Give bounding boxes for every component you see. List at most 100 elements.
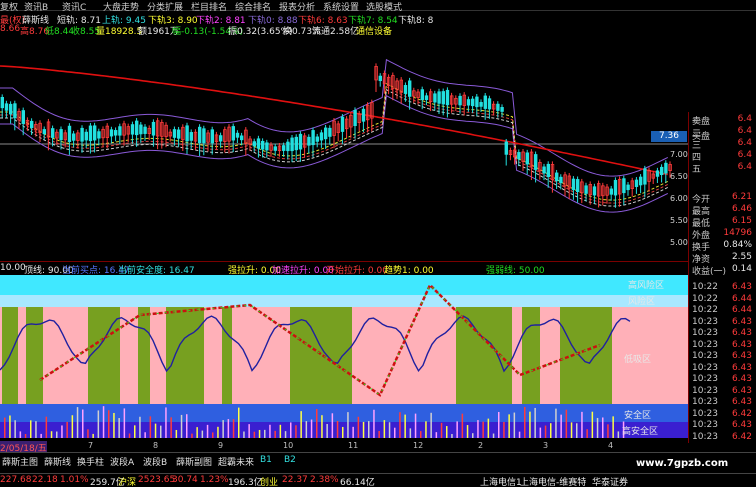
tab-indicator-2[interactable]: 换手柱 — [77, 455, 104, 468]
candle-body — [559, 176, 563, 184]
menu-item-8[interactable]: 系统设置 — [323, 0, 359, 13]
tick-row-value: 6.43 — [731, 282, 752, 292]
sz-index: 2523.65 — [138, 475, 176, 485]
broker[interactable]: 华泰证券 — [592, 475, 628, 487]
volume-bar — [123, 408, 126, 438]
watermark: www.7gpzb.com — [636, 458, 729, 469]
volume-bar — [461, 413, 464, 438]
tick-row-value: 6.43 — [731, 351, 752, 361]
time-axis: 7 8 9 10 11 12 2 3 4 — [0, 441, 688, 451]
indicator-chart[interactable] — [0, 275, 688, 440]
candle-body — [403, 85, 408, 94]
menu-item-3[interactable]: 大盘走势 — [103, 0, 139, 13]
candle-body — [265, 142, 269, 151]
candle-body — [634, 179, 639, 187]
candle-body — [555, 172, 559, 182]
menu-item-1[interactable]: 资讯B — [24, 0, 48, 13]
tab-indicator-7[interactable]: B1 — [260, 455, 272, 465]
tab-indicator-4[interactable]: 波段B — [143, 455, 167, 468]
candle-body — [143, 126, 147, 134]
tab-indicator-1[interactable]: 薛斯线 — [44, 455, 71, 468]
volume-bar — [154, 423, 157, 438]
kline-chart[interactable] — [0, 36, 688, 260]
candle-body — [542, 166, 546, 174]
time-tick: 7 — [88, 441, 94, 450]
tick-row-value: 6.43 — [731, 374, 752, 384]
candle-body — [576, 179, 580, 192]
volume-bar — [50, 431, 53, 438]
volume-bar — [139, 416, 141, 438]
candle-body — [298, 133, 303, 150]
cy-label[interactable]: 创业 — [260, 475, 278, 487]
volume-bar — [217, 426, 219, 438]
quote-row-value: 14796 — [723, 228, 752, 238]
menu-item-0[interactable]: 复权 — [0, 0, 18, 13]
time-tick: 2 — [478, 441, 484, 450]
ind-bottom: 10.00 — [0, 263, 26, 273]
candle-body — [496, 103, 500, 111]
candle-body — [118, 126, 122, 136]
candle-body — [176, 129, 181, 139]
sz-label[interactable]: 沪深 — [118, 475, 136, 487]
volume-bar — [565, 409, 568, 438]
tab-indicator-0[interactable]: 薛斯主图 — [2, 455, 38, 468]
volume-bar — [56, 431, 58, 438]
time-tick: 4 — [608, 441, 614, 450]
menu-item-5[interactable]: 栏目排名 — [191, 0, 227, 13]
quote-row-value: 6.15 — [731, 216, 752, 226]
candle-body — [622, 178, 626, 194]
candle-body — [487, 98, 492, 110]
candle-body — [197, 126, 202, 144]
volume-bar — [331, 413, 334, 438]
volume-bar — [212, 432, 214, 438]
volume-bar — [544, 425, 547, 438]
volume-bar — [4, 417, 6, 438]
menu-item-7[interactable]: 报表分析 — [279, 0, 315, 13]
tick-row-key: 10:23 — [692, 397, 718, 407]
tab-indicator-6[interactable]: 超霸未来 — [218, 455, 254, 468]
green-zone-block — [26, 307, 43, 404]
volume-bar — [290, 422, 292, 438]
order-level-value: 6.4 — [737, 114, 752, 124]
server-2[interactable]: 上海电信-维赛特 — [520, 475, 586, 487]
volume-bar — [404, 414, 406, 438]
tab-indicator-5[interactable]: 薛斯副图 — [176, 455, 212, 468]
sh-pct: 1.01% — [60, 475, 89, 485]
current-price-label: 7.36 — [651, 131, 687, 142]
tab-indicator-3[interactable]: 波段A — [110, 455, 134, 468]
volume-bar — [66, 421, 68, 438]
green-zone-block — [166, 307, 204, 404]
time-tick: 9 — [218, 441, 224, 450]
menu-item-9[interactable]: 选股模式 — [366, 0, 402, 13]
volume-bar — [472, 433, 474, 438]
volume-bar — [518, 431, 521, 438]
candle-body — [504, 141, 508, 155]
candle-body — [517, 152, 521, 160]
menu-item-6[interactable]: 综合排名 — [235, 0, 271, 13]
candle-body — [134, 120, 139, 136]
sz-amount: 196.3亿 — [228, 478, 263, 487]
menu-item-2[interactable]: 资讯C — [62, 0, 86, 13]
volume-bar — [222, 420, 224, 438]
volume-bar — [253, 431, 256, 438]
tick-row-value: 6.44 — [731, 305, 752, 315]
candle-body — [424, 95, 429, 101]
candle-body — [626, 184, 630, 191]
volume-bar — [466, 425, 469, 438]
candle-body — [84, 131, 88, 141]
candle-body — [13, 103, 17, 119]
server-1[interactable]: 上海电信1 — [480, 475, 522, 487]
time-tick: 11 — [348, 441, 359, 450]
volume-bar — [175, 429, 178, 438]
menu-item-4[interactable]: 分类扩展 — [147, 0, 183, 13]
price-tick: 5.00 — [670, 238, 688, 247]
candle-body — [315, 136, 319, 142]
volume-bar — [347, 412, 349, 438]
candle-body — [185, 125, 189, 142]
candle-body — [109, 129, 114, 137]
tab-indicator-8[interactable]: B2 — [284, 455, 296, 465]
candle-body — [483, 95, 487, 109]
order-level-value: 6.4 — [737, 138, 752, 148]
tick-row-value: 6.43 — [731, 397, 752, 407]
volume-bar — [342, 426, 344, 438]
